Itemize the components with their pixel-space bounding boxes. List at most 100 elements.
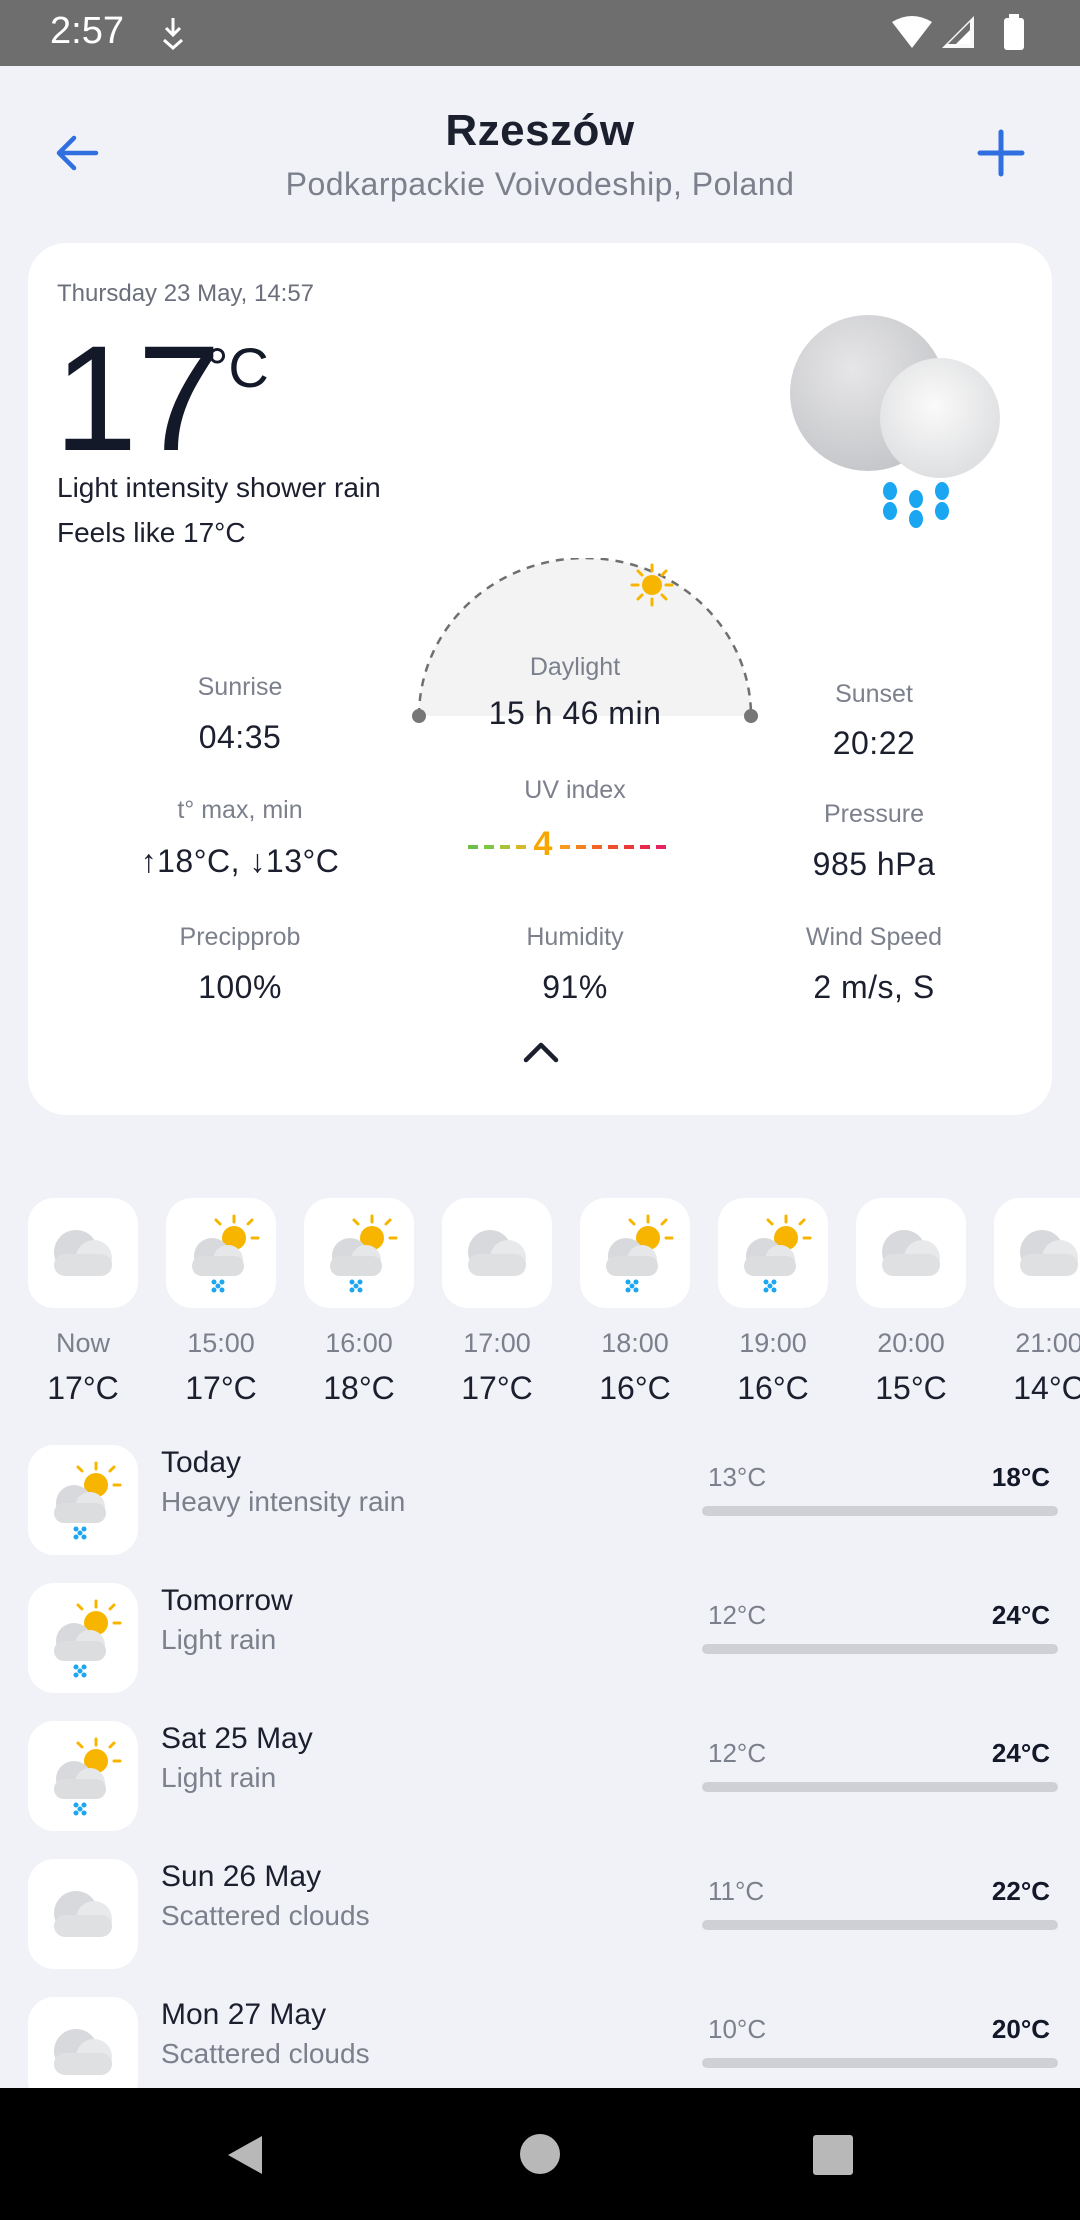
sun-cloud-rain-icon <box>192 1214 260 1293</box>
hourly-time: Now <box>55 1328 110 1358</box>
hourly-time: 19:00 <box>739 1328 807 1358</box>
daily-description: Scattered clouds <box>161 1900 370 1931</box>
daily-day-name: Sun 26 May <box>161 1860 322 1893</box>
daily-icon-box <box>28 1721 138 1831</box>
cloud-icon <box>468 1230 526 1276</box>
hourly-item[interactable]: 19:00 16°C <box>718 1198 828 1418</box>
humidity-label: Humidity <box>526 923 624 951</box>
temperature-range-bar <box>702 1782 1058 1792</box>
daily-min-temp: 13°C <box>708 1462 767 1492</box>
hourly-item[interactable]: 18:00 16°C <box>580 1198 690 1418</box>
precip-value: 100% <box>198 969 282 1005</box>
region-name: Podkarpackie Voivodeship, Poland <box>285 166 795 202</box>
daily-icon-box <box>28 1997 138 2088</box>
daily-day-name: Sat 25 May <box>161 1722 313 1755</box>
hourly-item[interactable]: 20:00 15°C <box>856 1198 966 1418</box>
sunset-label: Sunset <box>835 680 913 708</box>
hourly-item[interactable]: 15:00 17°C <box>166 1198 276 1418</box>
uv-value: 4 <box>533 825 553 863</box>
daily-row[interactable]: Tomorrow Light rain 12°C 24°C <box>0 1578 1080 1698</box>
sun-cloud-rain-icon <box>54 1737 122 1816</box>
sunrise-label: Sunrise <box>197 673 283 701</box>
hourly-temp: 17°C <box>185 1370 257 1406</box>
hourly-temp: 16°C <box>599 1370 671 1406</box>
cloud-icon <box>1020 1230 1078 1276</box>
daily-day-name: Today <box>161 1446 242 1479</box>
daily-day-name: Mon 27 May <box>161 1998 327 2031</box>
status-bar: 2:57 <box>0 0 1080 66</box>
sun-cloud-rain-icon <box>54 1599 122 1678</box>
daily-max-temp: 18°C <box>991 1462 1050 1492</box>
system-status-icons <box>892 14 1024 50</box>
hourly-time: 16:00 <box>325 1328 393 1358</box>
nav-home-icon[interactable] <box>518 2132 562 2176</box>
temperature-range-bar <box>702 1920 1058 1930</box>
sun-cloud-rain-icon <box>54 1461 122 1540</box>
daily-description: Light rain <box>161 1624 277 1655</box>
hourly-temp: 16°C <box>737 1370 809 1406</box>
hourly-item[interactable]: 17:00 17°C <box>442 1198 552 1418</box>
daily-min-temp: 10°C <box>708 2014 767 2044</box>
current-datetime: Thursday 23 May, 14:57 <box>57 280 315 307</box>
wind-label: Wind Speed <box>805 923 943 951</box>
chevron-up-icon[interactable] <box>522 1039 560 1065</box>
precip-label: Precipprob <box>179 923 301 951</box>
hourly-forecast[interactable]: Now 17°C 15:00 17°C 16:00 18°C 17:00 17°… <box>0 1198 1080 1418</box>
pressure-label: Pressure <box>823 800 925 828</box>
uv-index-scale: 4 <box>468 823 708 863</box>
daily-day-name: Tomorrow <box>161 1584 293 1617</box>
daily-min-temp: 12°C <box>708 1738 767 1768</box>
sun-cloud-rain-icon <box>330 1214 398 1293</box>
daily-forecast[interactable]: Today Heavy intensity rain 13°C 18°C Tom… <box>0 1440 1080 2088</box>
daily-min-temp: 11°C <box>708 1876 765 1906</box>
hourly-icon-box <box>28 1198 138 1308</box>
cloud-icon <box>54 1230 112 1276</box>
sun-cloud-rain-icon <box>606 1214 674 1293</box>
hourly-time: 18:00 <box>601 1328 669 1358</box>
wind-value: 2 m/s, S <box>813 969 935 1005</box>
city-name: Rzeszów <box>445 106 635 155</box>
feels-like: Feels like 17°C <box>57 517 246 548</box>
hourly-time: 15:00 <box>187 1328 255 1358</box>
hourly-time: 20:00 <box>877 1328 945 1358</box>
hourly-time: 17:00 <box>463 1328 531 1358</box>
temperature-range-bar <box>702 2058 1058 2068</box>
sun-position-icon <box>630 563 674 607</box>
cloud-icon <box>882 1230 940 1276</box>
nav-back-icon[interactable] <box>222 2132 268 2178</box>
current-temperature: 17 <box>54 314 221 482</box>
daily-row[interactable]: Mon 27 May Scattered clouds 10°C 20°C <box>0 1992 1080 2088</box>
hourly-icon-box <box>304 1198 414 1308</box>
hourly-temp: 14°C <box>1013 1370 1080 1406</box>
hourly-item[interactable]: 21:00 14°C <box>994 1198 1080 1418</box>
sunset-value: 20:22 <box>832 725 916 761</box>
pressure-value: 985 hPa <box>812 846 936 882</box>
daily-description: Scattered clouds <box>161 2038 370 2069</box>
daylight-label: Daylight <box>529 653 621 681</box>
temperature-unit: °C <box>206 336 269 399</box>
hourly-icon-box <box>718 1198 828 1308</box>
humidity-value: 91% <box>542 969 608 1005</box>
hourly-icon-box <box>580 1198 690 1308</box>
hourly-item[interactable]: Now 17°C <box>28 1198 138 1418</box>
daily-max-temp: 24°C <box>991 1600 1050 1630</box>
current-weather-card[interactable]: Thursday 23 May, 14:57 17 °C Light inten… <box>28 243 1052 1115</box>
daily-icon-box <box>28 1859 138 1969</box>
hourly-icon-box <box>166 1198 276 1308</box>
daily-max-temp: 20°C <box>991 2014 1050 2044</box>
daily-description: Heavy intensity rain <box>161 1486 406 1517</box>
sun-cloud-rain-icon <box>744 1214 812 1293</box>
daily-row[interactable]: Sun 26 May Scattered clouds 11°C 22°C <box>0 1854 1080 1974</box>
hourly-icon-box <box>856 1198 966 1308</box>
header: Rzeszów Podkarpackie Voivodeship, Poland <box>0 66 1080 236</box>
uv-label: UV index <box>524 776 626 804</box>
daily-row[interactable]: Sat 25 May Light rain 12°C 24°C <box>0 1716 1080 1836</box>
status-time: 2:57 <box>50 10 124 52</box>
hourly-icon-box <box>442 1198 552 1308</box>
nav-recents-icon[interactable] <box>812 2134 854 2176</box>
weather-description: Light intensity shower rain <box>57 472 381 503</box>
add-location-icon[interactable] <box>974 126 1028 180</box>
daily-icon-box <box>28 1583 138 1693</box>
daily-row[interactable]: Today Heavy intensity rain 13°C 18°C <box>0 1440 1080 1560</box>
hourly-item[interactable]: 16:00 18°C <box>304 1198 414 1418</box>
